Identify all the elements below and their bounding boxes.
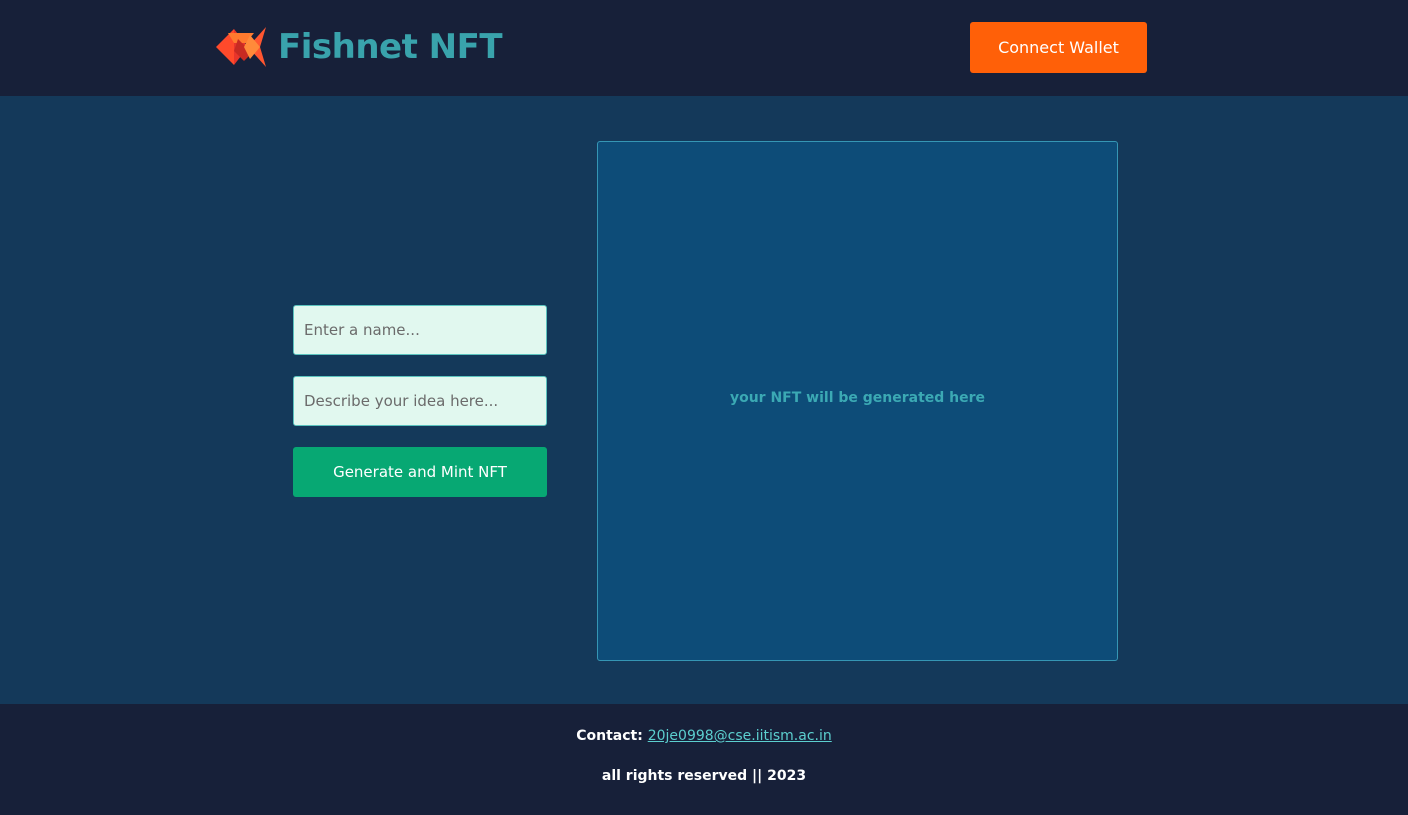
nft-name-input[interactable] [293,305,547,355]
copyright-text: all rights reserved || 2023 [601,768,807,784]
top-navbar: Fishnet NFT Connect Wallet [0,0,1408,96]
main-content: Generate and Mint NFT your NFT will be g… [0,96,1408,704]
nft-preview-panel: your NFT will be generated here [597,141,1118,661]
page-footer: Contact: 20je0998@cse.iitism.ac.in all r… [0,704,1408,815]
contact-email-link[interactable]: 20je0998@cse.iitism.ac.in [648,728,832,744]
preview-placeholder-text: your NFT will be generated here [729,390,986,406]
brand-name: Fishnet NFT [278,27,503,67]
contact-label: Contact: [576,728,643,744]
connect-wallet-button[interactable]: Connect Wallet [970,22,1147,73]
brand-logo[interactable]: Fishnet NFT [214,23,503,71]
nft-description-input[interactable] [293,376,547,426]
generate-mint-button[interactable]: Generate and Mint NFT [293,447,547,497]
contact-line: Contact: 20je0998@cse.iitism.ac.in [0,728,1408,744]
fish-logo-icon [216,27,266,67]
